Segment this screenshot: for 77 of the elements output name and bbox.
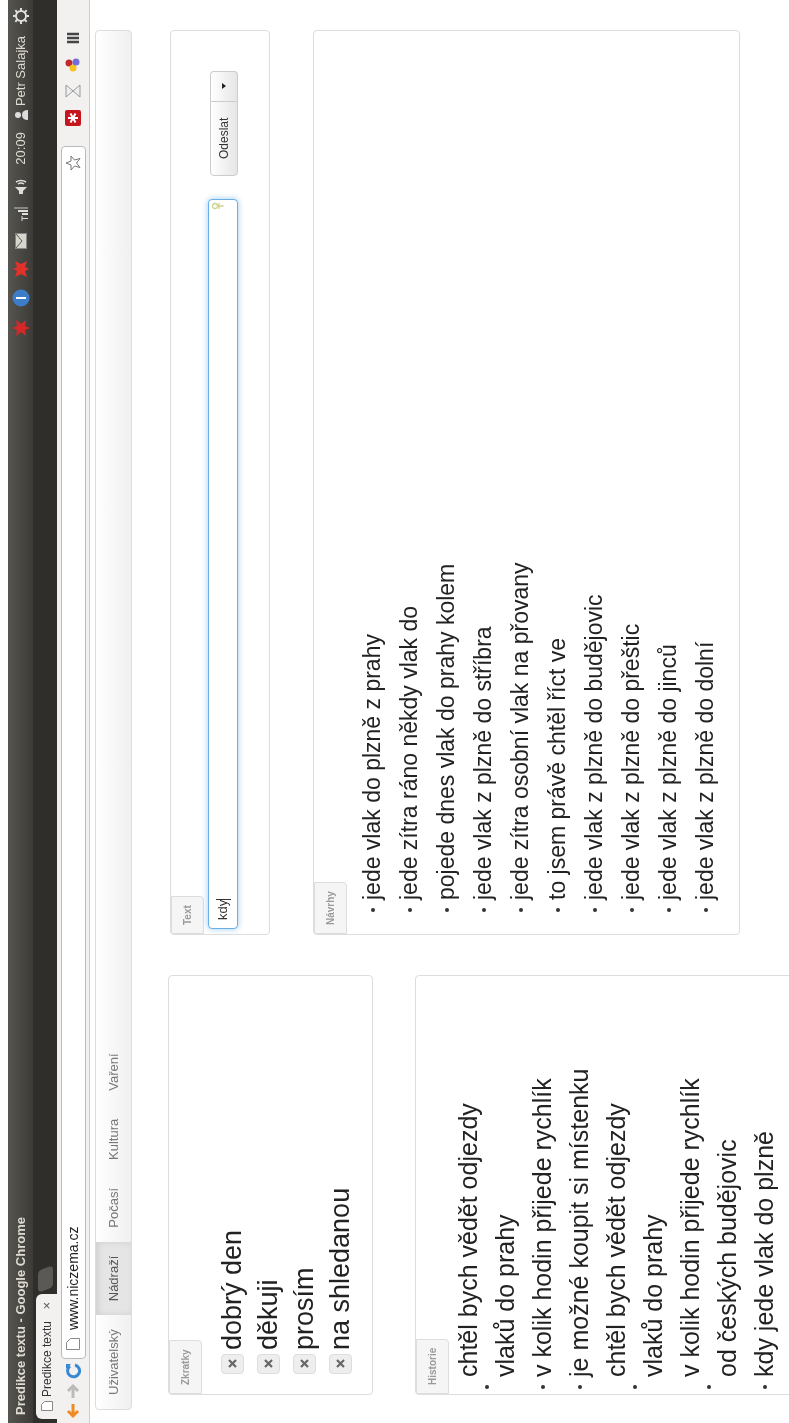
history-entry[interactable]: v kolik hodin přijede rychlík (524, 1078, 561, 1377)
history-entry[interactable]: chtěl bych vědět odjezdy vlaků do prahy (598, 1044, 672, 1377)
window-title: Predikce textu - Google Chrome (11, 1217, 29, 1415)
nav-tab[interactable]: Nádraží (96, 1241, 131, 1316)
settings-icon[interactable] (12, 8, 29, 24)
bullet-icon (762, 1385, 767, 1389)
suggestion-item[interactable]: to jsem právě chtěl říct ve (539, 637, 576, 900)
bullet-icon (577, 1385, 582, 1389)
panel-label: Historie (416, 1338, 449, 1394)
address-bar[interactable]: www.niczema.cz (60, 146, 86, 1359)
panel-label: Zkratky (169, 1340, 202, 1394)
suggestion-item[interactable]: jede vlak do plzně z prahy (354, 634, 391, 900)
page-icon (40, 1401, 53, 1411)
close-icon (263, 1359, 273, 1369)
remove-button[interactable] (328, 1354, 352, 1374)
clock-time[interactable]: 20:09 (10, 132, 31, 165)
suggestion-item[interactable]: jede vlak z plzně do stříbra (465, 626, 502, 900)
nav-tab[interactable]: Vaření (96, 1039, 131, 1105)
tab-title: Predikce textu (38, 1319, 55, 1397)
shortcut-phrase[interactable]: děkuji (250, 1279, 286, 1350)
close-icon (227, 1359, 237, 1369)
bullet-icon (407, 908, 412, 912)
suggestion-item[interactable]: jede vlak z plzně do dolní (687, 641, 724, 900)
text-input[interactable]: kdy (208, 199, 238, 929)
remove-button[interactable] (220, 1354, 244, 1374)
close-icon (335, 1359, 345, 1369)
bullet-icon (518, 908, 523, 912)
panel-label: Návrhy (314, 882, 347, 934)
asterisk-icon[interactable] (65, 110, 81, 126)
info-icon[interactable] (11, 288, 30, 307)
bullet-icon (666, 908, 671, 912)
suggestion-item[interactable]: pojede dnes vlak do prahy kolem (428, 563, 465, 900)
bullet-icon (703, 908, 708, 912)
mail-icon[interactable] (14, 232, 27, 249)
reload-icon[interactable] (65, 1363, 81, 1379)
tab-close[interactable]: × (36, 1302, 57, 1310)
suggestion-item[interactable]: jede vlak z plzně do přeštic (613, 623, 650, 900)
bullet-icon (370, 908, 375, 912)
remove-button[interactable] (256, 1354, 280, 1374)
history-entry[interactable]: kdy jede vlak do plzně (746, 1131, 783, 1377)
suggestion-item[interactable]: jede zítra osobní vlak na přovany (502, 562, 539, 900)
bullet-icon (592, 908, 597, 912)
send-button[interactable]: Odeslat (210, 100, 238, 176)
menu-icon[interactable] (66, 32, 80, 44)
person-icon[interactable] (13, 110, 28, 121)
page-icon (66, 1338, 80, 1350)
bullet-icon (633, 1385, 637, 1389)
nav-tab[interactable]: Počasí (96, 1173, 131, 1242)
shortcut-phrase[interactable]: dobrý den (214, 1229, 250, 1350)
caret-icon (222, 83, 226, 90)
shortcut-phrase[interactable]: prosím (286, 1267, 322, 1350)
starburst-icon[interactable] (12, 260, 29, 277)
bullet-icon (629, 908, 634, 912)
url-text: www.niczema.cz (63, 1225, 82, 1330)
starburst-icon[interactable] (11, 318, 30, 337)
panel-label: Text (171, 896, 204, 934)
suggestion-item[interactable]: jede zítra ráno někdy vlak do (391, 605, 428, 900)
bullet-icon (481, 908, 486, 912)
star-icon[interactable] (65, 155, 81, 171)
shortcut-phrase[interactable]: na shledanou (322, 1187, 358, 1350)
user-name[interactable]: Petr Salajka (10, 36, 31, 107)
bullet-icon (444, 908, 449, 912)
nav-tab[interactable]: Uživatelský (96, 1315, 131, 1409)
bullet-icon (555, 908, 560, 912)
remove-button[interactable] (292, 1354, 316, 1374)
colored-dots-icon[interactable] (65, 56, 81, 72)
browser-tab[interactable]: Predikce textu × (36, 1294, 57, 1419)
history-entry[interactable]: je možné koupit si místenku (561, 1068, 598, 1377)
history-entry[interactable]: chtěl bych vědět odjezdy vlaků do prahy (450, 1044, 524, 1377)
close-icon (299, 1359, 309, 1369)
signal-icon[interactable] (13, 206, 28, 221)
suggestion-item[interactable]: jede vlak z plzně do budějovic (576, 594, 613, 900)
bullet-icon (707, 1385, 711, 1389)
bullet-icon (485, 1385, 489, 1389)
nav-tab[interactable]: Kultura (96, 1104, 131, 1174)
bullet-icon (540, 1385, 545, 1389)
suggestion-item[interactable]: jede vlak z plzně do jinců (650, 644, 687, 900)
